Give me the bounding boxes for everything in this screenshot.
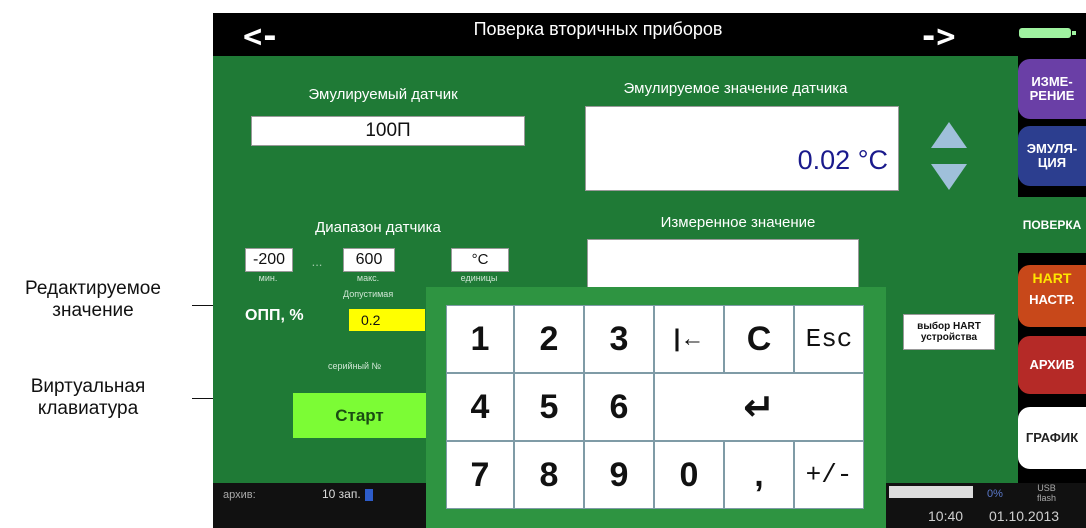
start-button[interactable]: Старт bbox=[293, 393, 426, 438]
annotation-line2: клавиатура bbox=[37, 398, 139, 419]
annotation-virtual-keyboard: Виртуальная клавиатура bbox=[0, 376, 176, 420]
clock-time: 10:40 bbox=[928, 508, 964, 524]
annotation-line1: Виртуальная bbox=[30, 376, 146, 397]
annotation-line2: значение bbox=[52, 300, 134, 321]
tolerance-caption: Допустимая bbox=[343, 289, 394, 299]
hart-select-button[interactable]: выбор HART устройства bbox=[903, 314, 995, 350]
hart-select-line2: устройства bbox=[920, 332, 978, 343]
archive-progress-fill bbox=[365, 489, 373, 501]
range-unit-field[interactable]: °C bbox=[451, 248, 509, 272]
usb-flash-indicator: USB flash bbox=[1037, 483, 1056, 503]
forward-arrow-button[interactable]: -> bbox=[919, 17, 956, 55]
annotation-line1: Редактируемое bbox=[25, 278, 161, 299]
tolerance-field[interactable]: 0.2 bbox=[349, 309, 425, 331]
back-arrow-button[interactable]: <- bbox=[243, 17, 280, 55]
tab-measurement-line2: РЕНИЕ bbox=[1029, 88, 1075, 103]
key-5[interactable]: 5 bbox=[514, 373, 584, 441]
key-3[interactable]: 3 bbox=[584, 305, 654, 373]
storage-percent: 0% bbox=[987, 488, 1003, 500]
storage-bar bbox=[889, 486, 973, 498]
tab-emulation-line1: ЭМУЛЯ- bbox=[1026, 141, 1078, 156]
tab-emulation-line2: ЦИЯ bbox=[1037, 155, 1067, 170]
clock-date: 01.10.2013 bbox=[989, 508, 1060, 524]
emulated-value: 0.02 °C bbox=[797, 145, 888, 175]
archive-records: 10 зап. bbox=[322, 487, 361, 501]
virtual-keyboard: 1 2 3 |← C Esc 4 5 6 ↵ 7 8 9 0 , +/- bbox=[426, 287, 886, 528]
title-bar: <- Поверка вторичных приборов -> bbox=[213, 13, 1086, 56]
range-min-field[interactable]: -200 bbox=[245, 248, 293, 272]
tab-graph[interactable]: ГРАФИК bbox=[1018, 407, 1086, 469]
key-4[interactable]: 4 bbox=[446, 373, 514, 441]
range-unit-caption: единицы bbox=[460, 273, 498, 283]
key-0[interactable]: 0 bbox=[654, 441, 724, 509]
arrow-up-icon[interactable] bbox=[931, 122, 967, 148]
key-2[interactable]: 2 bbox=[514, 305, 584, 373]
range-dots: ... bbox=[311, 254, 323, 269]
key-9[interactable]: 9 bbox=[584, 441, 654, 509]
usb-line1: USB bbox=[1037, 483, 1056, 493]
usb-line2: flash bbox=[1037, 493, 1057, 503]
sensor-label: Эмулируемый датчик bbox=[308, 86, 458, 103]
key-comma[interactable]: , bbox=[724, 441, 794, 509]
key-escape[interactable]: Esc bbox=[794, 305, 864, 373]
tolerance-label: ОПП, % bbox=[245, 307, 304, 324]
measured-value-label: Измеренное значение bbox=[660, 214, 816, 231]
archive-label: архив: bbox=[223, 489, 256, 501]
tab-measurement[interactable]: ИЗМЕ- РЕНИЕ bbox=[1018, 59, 1086, 119]
key-6[interactable]: 6 bbox=[584, 373, 654, 441]
range-label: Диапазон датчика bbox=[315, 219, 441, 236]
tab-hart-settings[interactable]: HART НАСТР. bbox=[1018, 265, 1086, 327]
emulated-value-label: Эмулируемое значение датчика bbox=[623, 80, 848, 97]
range-max-field[interactable]: 600 bbox=[343, 248, 395, 272]
tab-emulation[interactable]: ЭМУЛЯ- ЦИЯ bbox=[1018, 126, 1086, 186]
key-enter[interactable]: ↵ bbox=[654, 373, 864, 441]
key-1[interactable]: 1 bbox=[446, 305, 514, 373]
key-plus-minus[interactable]: +/- bbox=[794, 441, 864, 509]
tab-verification[interactable]: ПОВЕРКА bbox=[1018, 197, 1086, 253]
sensor-field[interactable]: 100П bbox=[251, 116, 525, 146]
hart-select-line1: выбор HART bbox=[917, 321, 981, 332]
battery-icon bbox=[1019, 28, 1076, 38]
emulated-value-display: 0.02 °C bbox=[585, 106, 899, 191]
key-7[interactable]: 7 bbox=[446, 441, 514, 509]
tab-archive[interactable]: АРХИВ bbox=[1018, 336, 1086, 394]
tab-settings-label: НАСТР. bbox=[1029, 292, 1075, 307]
tab-hart-label: HART bbox=[1032, 270, 1072, 286]
tab-measurement-line1: ИЗМЕ- bbox=[1031, 74, 1073, 89]
key-backspace[interactable]: |← bbox=[654, 305, 724, 373]
range-max-caption: макс. bbox=[356, 273, 380, 283]
arrow-down-icon[interactable] bbox=[931, 164, 967, 190]
serial-label: серийный № bbox=[328, 361, 382, 371]
key-clear[interactable]: C bbox=[724, 305, 794, 373]
screen-title: Поверка вторичных приборов bbox=[473, 19, 723, 39]
key-8[interactable]: 8 bbox=[514, 441, 584, 509]
range-min-caption: мин. bbox=[258, 273, 278, 283]
annotation-editable-value: Редактируемое значение bbox=[0, 278, 186, 322]
